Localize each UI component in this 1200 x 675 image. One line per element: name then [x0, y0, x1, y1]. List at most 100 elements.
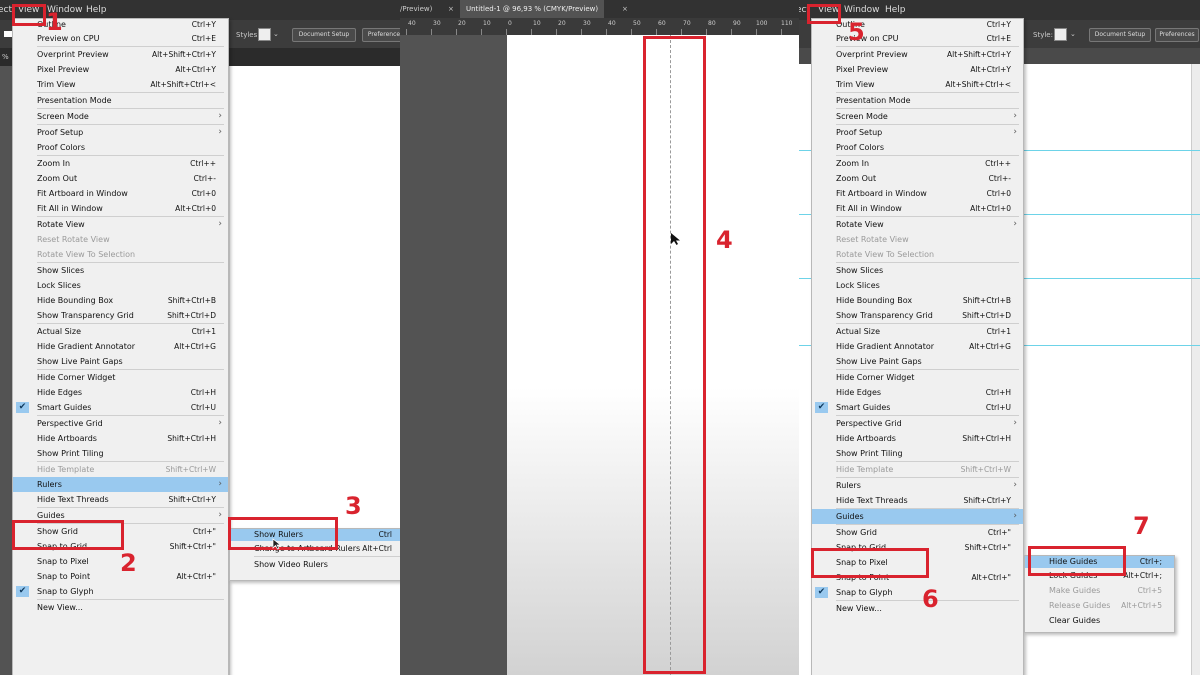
document-setup-button[interactable]: Document Setup — [292, 28, 356, 42]
menu-item-zoom-out[interactable]: Zoom Out Ctrl+- — [812, 171, 1023, 186]
menu-item-shortcut: Alt+Ctrl+5 — [1121, 601, 1162, 610]
menu-item-hide-template: Hide Template Shift+Ctrl+W — [812, 462, 1023, 477]
tab-close-icon[interactable]: × — [622, 0, 628, 18]
menu-item-snap-to-glyph[interactable]: ✔ Snap to Glyph — [812, 585, 1023, 600]
menu-item-show-transparency-grid[interactable]: Show Transparency Grid Shift+Ctrl+D — [812, 308, 1023, 323]
menu-item-show-transparency-grid[interactable]: Show Transparency Grid Shift+Ctrl+D — [13, 308, 228, 323]
menu-item-zoom-out[interactable]: Zoom Out Ctrl+- — [13, 171, 228, 186]
menu-item-hide-gradient-annotator[interactable]: Hide Gradient Annotator Alt+Ctrl+G — [812, 339, 1023, 354]
menu-item-hide-corner-widget[interactable]: Hide Corner Widget — [13, 370, 228, 385]
menu-item-rulers[interactable]: Rulers › — [812, 478, 1023, 493]
menu-item-label: New View... — [836, 604, 882, 613]
vertical-scrollbar[interactable] — [1191, 64, 1200, 675]
menu-item-screen-mode[interactable]: Screen Mode › — [812, 109, 1023, 124]
menu-item-hide-edges[interactable]: Hide Edges Ctrl+H — [13, 385, 228, 400]
menu-item-overprint-preview[interactable]: Overprint Preview Alt+Shift+Ctrl+Y — [13, 47, 228, 62]
horizontal-ruler[interactable]: 40 30 20 10 0 10 20 30 40 50 60 70 80 90… — [400, 18, 799, 35]
menu-item-pixel-preview[interactable]: Pixel Preview Alt+Ctrl+Y — [13, 62, 228, 77]
artboard[interactable] — [230, 66, 400, 675]
menu-item-smart-guides[interactable]: ✔ Smart Guides Ctrl+U — [13, 400, 228, 415]
menu-item-label: Proof Setup — [836, 128, 883, 137]
menu-help[interactable]: Help — [86, 0, 107, 20]
chevron-down-icon[interactable]: ⌄ — [1070, 30, 1076, 38]
menu-item-fit-all-in-window[interactable]: Fit All in Window Alt+Ctrl+0 — [13, 201, 228, 216]
preferences-button[interactable]: Preference — [362, 28, 400, 42]
menu-item-fit-artboard-in-window[interactable]: Fit Artboard in Window Ctrl+0 — [812, 186, 1023, 201]
menu-item-actual-size[interactable]: Actual Size Ctrl+1 — [13, 324, 228, 339]
menu-item-hide-bounding-box[interactable]: Hide Bounding Box Shift+Ctrl+B — [13, 293, 228, 308]
chevron-down-icon[interactable]: ⌄ — [273, 30, 279, 38]
menu-item-shortcut: Alt+Ctrl+" — [176, 572, 216, 581]
document-setup-button[interactable]: Document Setup — [1089, 28, 1151, 42]
menu-item-show-live-paint-gaps[interactable]: Show Live Paint Gaps — [812, 354, 1023, 369]
menu-item-label: Hide Edges — [836, 388, 882, 397]
menu-item-hide-text-threads[interactable]: Hide Text Threads Shift+Ctrl+Y — [13, 492, 228, 507]
menu-item-show-slices[interactable]: Show Slices — [812, 263, 1023, 278]
menu-item-hide-artboards[interactable]: Hide Artboards Shift+Ctrl+H — [13, 431, 228, 446]
tab-previous[interactable]: /Preview) — [400, 0, 432, 18]
menu-item-hide-bounding-box[interactable]: Hide Bounding Box Shift+Ctrl+B — [812, 293, 1023, 308]
tab-close-icon[interactable]: × — [448, 0, 454, 18]
menu-item-clear-guides[interactable]: Clear Guides — [1025, 613, 1174, 628]
menu-item-perspective-grid[interactable]: Perspective Grid › — [812, 416, 1023, 431]
menu-item-proof-setup[interactable]: Proof Setup › — [13, 125, 228, 140]
menu-item-label: Smart Guides — [836, 403, 891, 412]
styles-label: Style: — [1033, 31, 1053, 39]
menu-item-shortcut: Ctrl+Y — [191, 20, 216, 29]
preferences-button[interactable]: Preferences — [1155, 28, 1199, 42]
menu-item-overprint-preview[interactable]: Overprint Preview Alt+Shift+Ctrl+Y — [812, 47, 1023, 62]
menu-item-hide-artboards[interactable]: Hide Artboards Shift+Ctrl+H — [812, 431, 1023, 446]
menu-item-show-live-paint-gaps[interactable]: Show Live Paint Gaps — [13, 354, 228, 369]
menu-item-trim-view[interactable]: Trim View Alt+Shift+Ctrl+< — [13, 77, 228, 92]
panel-ruler-guide: /Preview) × Untitled-1 @ 96,93 % (CMYK/P… — [400, 0, 799, 675]
menu-item-proof-colors[interactable]: Proof Colors — [812, 140, 1023, 155]
menu-item-snap-to-glyph[interactable]: ✔ Snap to Glyph — [13, 584, 228, 599]
menu-item-fit-artboard-in-window[interactable]: Fit Artboard in Window Ctrl+0 — [13, 186, 228, 201]
menu-item-outline[interactable]: Outline Ctrl+Y — [812, 19, 1023, 31]
checkmark-icon: ✔ — [815, 587, 828, 598]
menu-select[interactable]: ect — [0, 0, 12, 20]
menu-item-new-view[interactable]: New View... — [13, 600, 228, 615]
menu-item-rulers[interactable]: Rulers › — [13, 477, 228, 492]
menu-item-lock-slices[interactable]: Lock Slices — [812, 278, 1023, 293]
menu-item-hide-gradient-annotator[interactable]: Hide Gradient Annotator Alt+Ctrl+G — [13, 339, 228, 354]
menu-item-show-grid[interactable]: Show Grid Ctrl+" — [812, 525, 1023, 540]
menu-item-label: Proof Setup — [37, 128, 84, 137]
menu-item-shortcut: Ctrl+- — [193, 174, 216, 183]
menu-item-perspective-grid[interactable]: Perspective Grid › — [13, 416, 228, 431]
menu-help[interactable]: Help — [885, 0, 906, 20]
menu-item-rotate-view[interactable]: Rotate View › — [812, 217, 1023, 232]
menu-item-fit-all-in-window[interactable]: Fit All in Window Alt+Ctrl+0 — [812, 201, 1023, 216]
menu-item-zoom-in[interactable]: Zoom In Ctrl++ — [812, 156, 1023, 171]
menu-item-rotate-view[interactable]: Rotate View › — [13, 217, 228, 232]
menu-item-smart-guides[interactable]: ✔ Smart Guides Ctrl+U — [812, 400, 1023, 415]
menu-item-show-slices[interactable]: Show Slices — [13, 263, 228, 278]
menu-item-proof-colors[interactable]: Proof Colors — [13, 140, 228, 155]
menu-item-hide-corner-widget[interactable]: Hide Corner Widget — [812, 370, 1023, 385]
menu-item-guides[interactable]: Guides › — [812, 509, 1023, 524]
menu-item-proof-setup[interactable]: Proof Setup › — [812, 125, 1023, 140]
menu-item-trim-view[interactable]: Trim View Alt+Shift+Ctrl+< — [812, 77, 1023, 92]
style-swatch[interactable] — [1054, 28, 1067, 41]
menu-item-lock-slices[interactable]: Lock Slices — [13, 278, 228, 293]
menu-window[interactable]: Window — [844, 0, 880, 20]
menu-item-new-view[interactable]: New View... — [812, 601, 1023, 616]
menu-item-screen-mode[interactable]: Screen Mode › — [13, 109, 228, 124]
menu-item-hide-text-threads[interactable]: Hide Text Threads Shift+Ctrl+Y — [812, 493, 1023, 508]
menu-item-label: Hide Artboards — [836, 434, 896, 443]
menu-item-hide-edges[interactable]: Hide Edges Ctrl+H — [812, 385, 1023, 400]
menu-item-preview-on-cpu[interactable]: Preview on CPU Ctrl+E — [812, 31, 1023, 46]
menu-item-show-print-tiling[interactable]: Show Print Tiling — [812, 446, 1023, 461]
menu-item-zoom-in[interactable]: Zoom In Ctrl++ — [13, 156, 228, 171]
menu-item-actual-size[interactable]: Actual Size Ctrl+1 — [812, 324, 1023, 339]
menu-item-presentation-mode[interactable]: Presentation Mode — [812, 93, 1023, 108]
menu-item-pixel-preview[interactable]: Pixel Preview Alt+Ctrl+Y — [812, 62, 1023, 77]
menu-item-presentation-mode[interactable]: Presentation Mode — [13, 93, 228, 108]
menu-item-show-print-tiling[interactable]: Show Print Tiling — [13, 446, 228, 461]
tab-untitled[interactable]: Untitled-1 @ 96,93 % (CMYK/Preview) — [460, 0, 605, 18]
menu-item-label: New View... — [37, 603, 83, 612]
menu-item-show-video-rulers[interactable]: Show Video Rulers — [230, 557, 400, 572]
menu-item-release-guides: Release Guides Alt+Ctrl+5 — [1025, 598, 1174, 613]
menu-item-label: Rotate View To Selection — [37, 250, 136, 259]
style-swatch[interactable] — [258, 28, 271, 41]
